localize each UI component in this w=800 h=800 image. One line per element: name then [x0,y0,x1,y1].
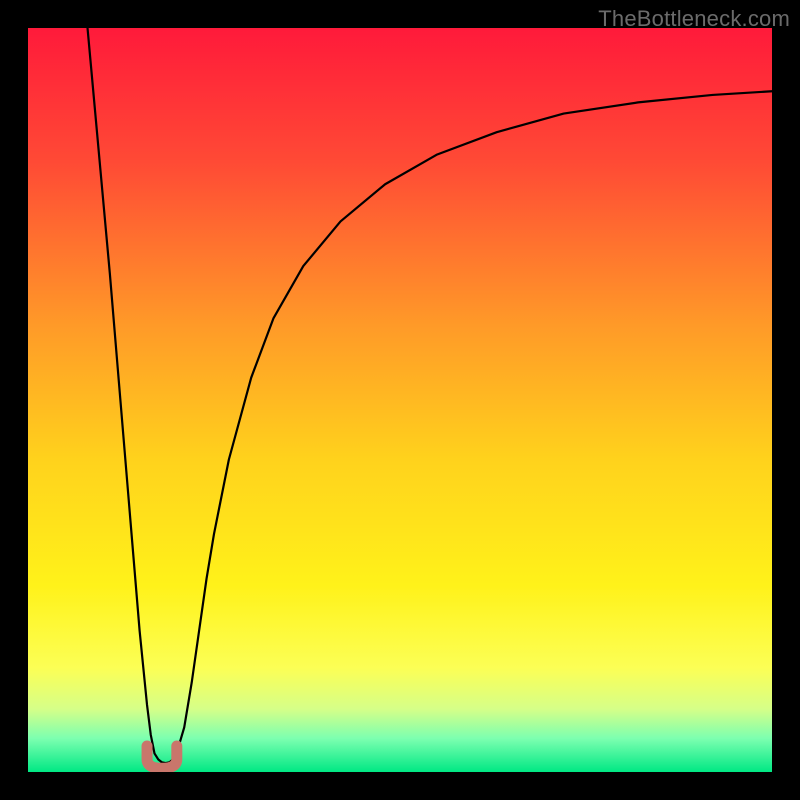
chart-frame: TheBottleneck.com [0,0,800,800]
chart-background [28,28,772,772]
bottleneck-chart [28,28,772,772]
